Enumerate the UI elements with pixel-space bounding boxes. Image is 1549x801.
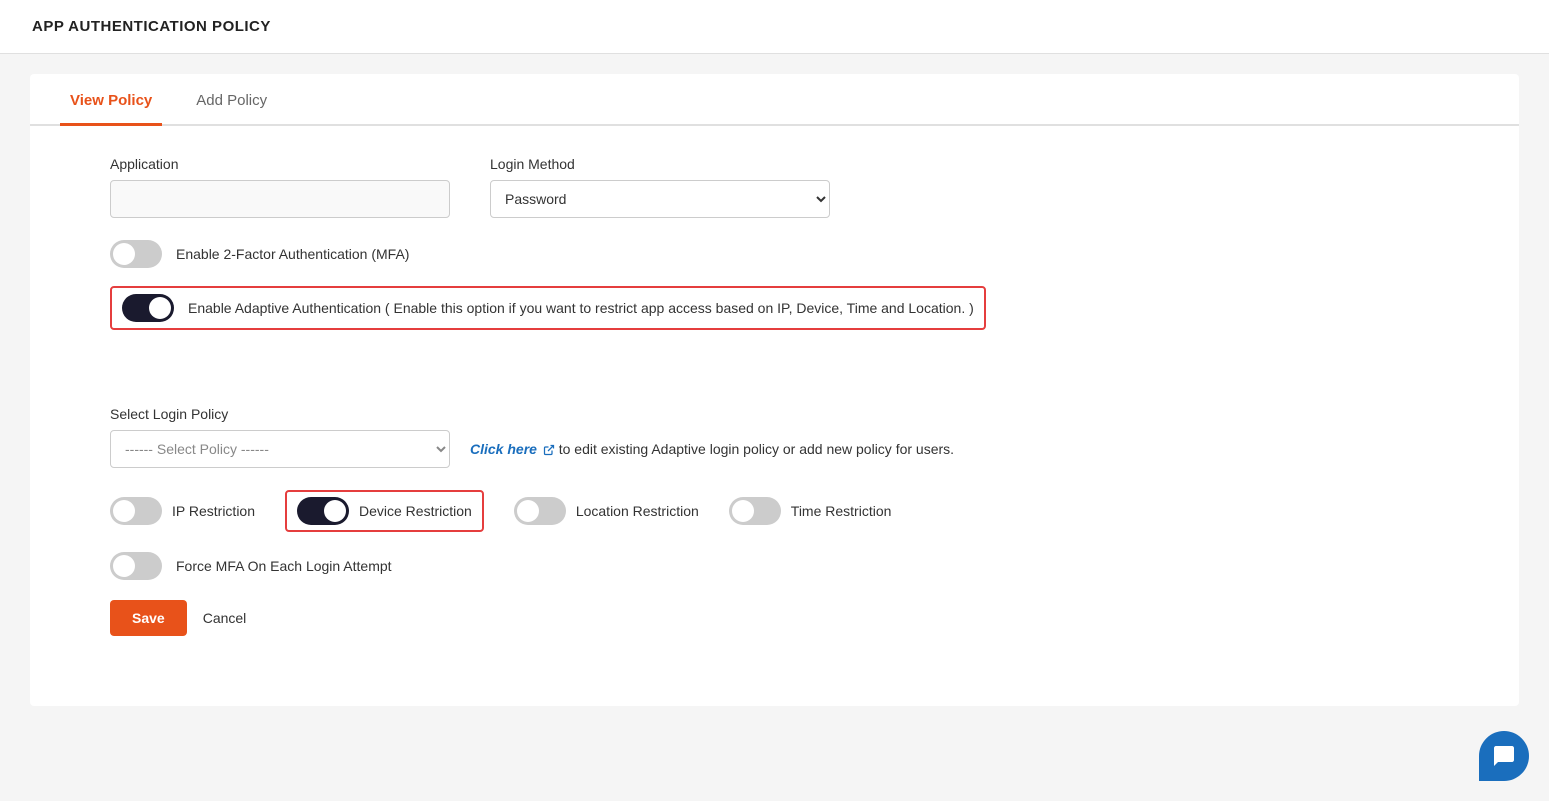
device-restriction-label: Device Restriction	[359, 503, 472, 519]
policy-row: ------ Select Policy ------ Click here t…	[110, 430, 1439, 468]
time-restriction-item: Time Restriction	[729, 497, 892, 525]
location-restriction-item: Location Restriction	[514, 497, 699, 525]
section-divider	[110, 368, 1439, 388]
adaptive-auth-slider	[122, 294, 174, 322]
mfa-toggle-slider	[110, 240, 162, 268]
ip-restriction-item: IP Restriction	[110, 497, 255, 525]
mfa-toggle-row: Enable 2-Factor Authentication (MFA)	[110, 240, 1439, 268]
chat-svg	[1492, 744, 1516, 768]
ip-restriction-label: IP Restriction	[172, 503, 255, 519]
login-method-group: Login Method Password SSO MFA	[490, 156, 830, 218]
force-mfa-toggle[interactable]	[110, 552, 162, 580]
select-policy-label: Select Login Policy	[110, 406, 1439, 422]
login-method-select[interactable]: Password SSO MFA	[490, 180, 830, 218]
tab-view-policy[interactable]: View Policy	[60, 74, 162, 126]
tabs-container: View Policy Add Policy	[30, 74, 1519, 126]
cancel-button[interactable]: Cancel	[203, 610, 247, 626]
force-mfa-slider	[110, 552, 162, 580]
page-header: APP AUTHENTICATION POLICY	[0, 0, 1549, 54]
ip-restriction-slider	[110, 497, 162, 525]
form-area: Application Login Method Password SSO MF…	[30, 126, 1519, 666]
location-restriction-toggle[interactable]	[514, 497, 566, 525]
time-restriction-label: Time Restriction	[791, 503, 892, 519]
click-here-link[interactable]: Click here	[470, 441, 537, 457]
page-title: APP AUTHENTICATION POLICY	[32, 18, 1517, 35]
select-policy-dropdown[interactable]: ------ Select Policy ------	[110, 430, 450, 468]
action-row: Save Cancel	[110, 600, 1439, 636]
tab-add-policy[interactable]: Add Policy	[186, 74, 277, 126]
device-restriction-toggle[interactable]	[297, 497, 349, 525]
device-restriction-item: Device Restriction	[285, 490, 484, 532]
location-restriction-slider	[514, 497, 566, 525]
main-content: View Policy Add Policy Application Login…	[30, 74, 1519, 706]
force-mfa-label: Force MFA On Each Login Attempt	[176, 558, 392, 574]
force-mfa-toggle-row: Force MFA On Each Login Attempt	[110, 552, 1439, 580]
mfa-toggle[interactable]	[110, 240, 162, 268]
location-restriction-label: Location Restriction	[576, 503, 699, 519]
save-button[interactable]: Save	[110, 600, 187, 636]
application-input[interactable]	[110, 180, 450, 218]
ip-restriction-toggle[interactable]	[110, 497, 162, 525]
adaptive-auth-toggle-row: Enable Adaptive Authentication ( Enable …	[110, 286, 986, 330]
chat-icon[interactable]	[1479, 731, 1529, 781]
click-here-text: Click here to edit existing Adaptive log…	[470, 441, 954, 457]
app-login-row: Application Login Method Password SSO MF…	[110, 156, 1439, 218]
adaptive-auth-toggle[interactable]	[122, 294, 174, 322]
restrictions-row: IP Restriction Device Restriction Locati…	[110, 490, 1439, 532]
application-group: Application	[110, 156, 450, 218]
click-here-suffix: to edit existing Adaptive login policy o…	[559, 441, 954, 457]
time-restriction-toggle[interactable]	[729, 497, 781, 525]
login-method-label: Login Method	[490, 156, 830, 172]
time-restriction-slider	[729, 497, 781, 525]
mfa-toggle-label: Enable 2-Factor Authentication (MFA)	[176, 246, 409, 262]
application-label: Application	[110, 156, 450, 172]
device-restriction-slider	[297, 497, 349, 525]
adaptive-auth-toggle-label: Enable Adaptive Authentication ( Enable …	[188, 300, 974, 316]
